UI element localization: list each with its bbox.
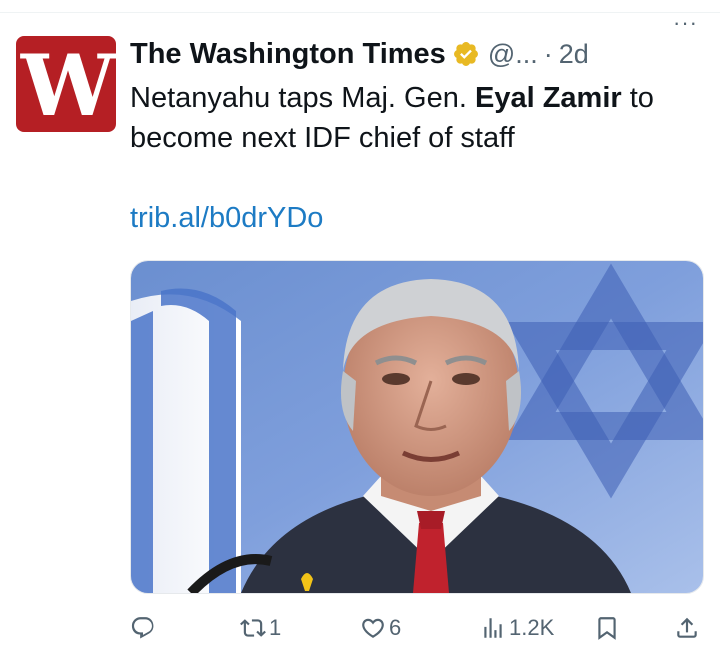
like-icon xyxy=(362,618,384,638)
retweet-icon xyxy=(240,619,266,637)
tweet-text-part1: Netanyahu taps Maj. Gen. xyxy=(130,82,475,114)
top-divider xyxy=(0,12,720,13)
avatar-logo: W xyxy=(20,36,115,132)
avatar[interactable]: W xyxy=(16,36,116,132)
separator-dot: · xyxy=(543,38,553,69)
reply-icon xyxy=(131,617,154,639)
reply-button[interactable] xyxy=(130,612,159,644)
action-bar: 1 6 1.2K xyxy=(130,612,710,644)
bookmark-button[interactable] xyxy=(594,612,620,644)
share-icon xyxy=(677,617,697,638)
verified-badge-icon[interactable] xyxy=(452,40,480,68)
tweet-text-bold: Eyal Zamir xyxy=(474,82,622,114)
author-name[interactable]: The Washington Times xyxy=(130,38,446,71)
tweet-image[interactable] xyxy=(130,260,704,594)
like-button[interactable]: 6 xyxy=(360,612,401,644)
views-count: 1.2K xyxy=(509,615,555,640)
retweet-button[interactable]: 1 xyxy=(240,612,281,644)
more-options-icon[interactable]: ··· xyxy=(673,12,698,34)
like-count: 6 xyxy=(389,615,402,640)
retweet-count: 1 xyxy=(269,615,282,640)
tweet-link[interactable]: trib.al/b0drYDo xyxy=(130,202,323,235)
tweet-text: Netanyahu taps Maj. Gen. Eyal Zamir to b… xyxy=(130,78,700,158)
views-icon xyxy=(484,618,502,638)
author-handle[interactable]: @... xyxy=(488,39,538,70)
tweet-header: The Washington Times @... · 2d xyxy=(130,34,710,74)
bookmark-icon xyxy=(598,617,616,640)
tweet-image-photo xyxy=(131,261,703,593)
views-button[interactable]: 1.2K xyxy=(480,612,554,644)
share-button[interactable] xyxy=(674,612,700,644)
timestamp[interactable]: 2d xyxy=(559,39,589,70)
